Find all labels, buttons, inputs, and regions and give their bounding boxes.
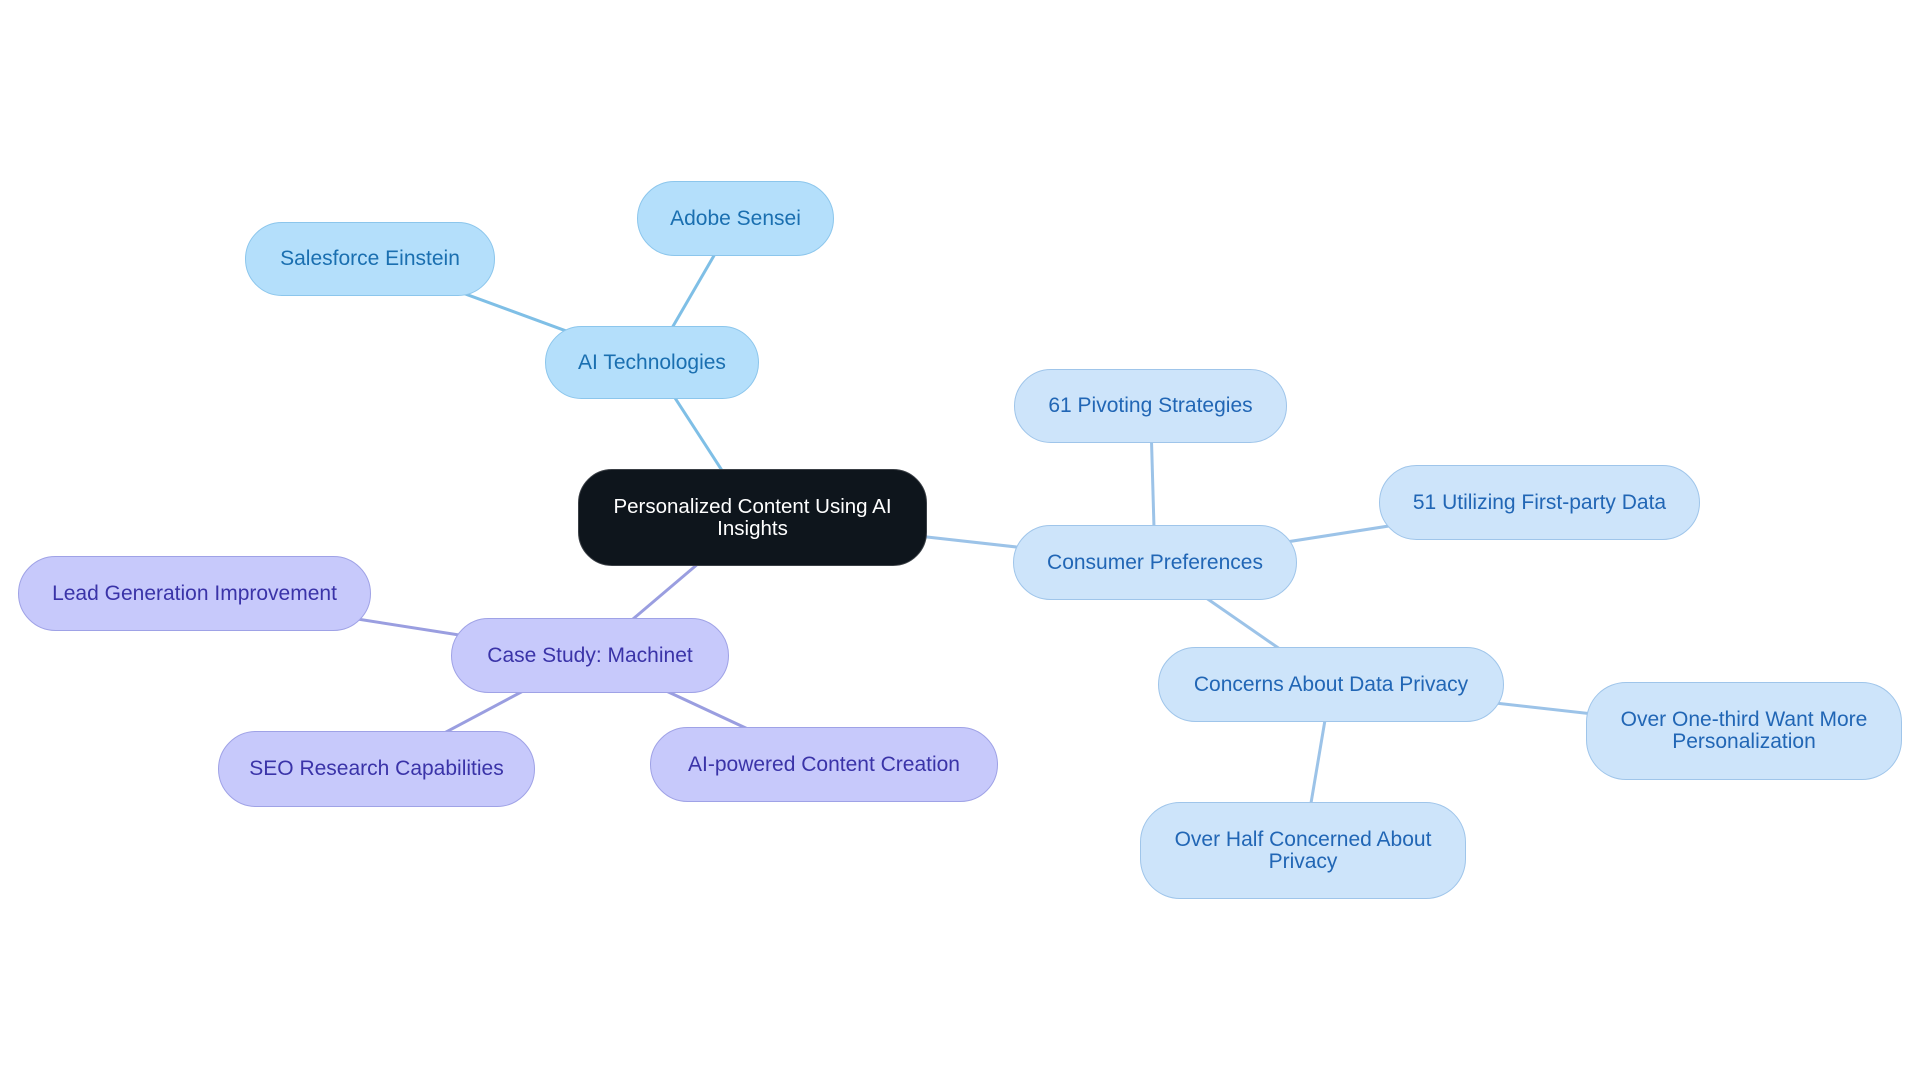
node-label: Consumer Preferences	[1047, 550, 1263, 574]
node-ai-content-creation[interactable]: AI-powered Content Creation	[650, 727, 998, 802]
node-seo-research[interactable]: SEO Research Capabilities	[218, 731, 535, 807]
node-label: AI Technologies	[578, 350, 726, 374]
root-node-label: Personalized Content Using AI Insights	[613, 494, 892, 540]
node-data-privacy-concerns[interactable]: Concerns About Data Privacy	[1158, 647, 1504, 722]
node-label: 61 Pivoting Strategies	[1048, 394, 1253, 417]
node-ai-technologies[interactable]: AI Technologies	[545, 326, 759, 399]
node-label: Case Study: Machinet	[487, 643, 693, 667]
node-lead-generation[interactable]: Lead Generation Improvement	[18, 556, 371, 631]
node-label: SEO Research Capabilities	[249, 757, 504, 780]
node-case-study-machinet[interactable]: Case Study: Machinet	[451, 618, 729, 693]
node-label: Concerns About Data Privacy	[1193, 672, 1469, 696]
node-concerned-about-privacy[interactable]: Over Half Concerned About Privacy	[1140, 802, 1466, 899]
node-salesforce-einstein[interactable]: Salesforce Einstein	[245, 222, 495, 296]
node-pivoting-strategies[interactable]: 61 Pivoting Strategies	[1014, 369, 1287, 443]
node-adobe-sensei[interactable]: Adobe Sensei	[637, 181, 834, 256]
node-label: Lead Generation Improvement	[52, 581, 337, 605]
node-label: Salesforce Einstein	[280, 247, 460, 270]
node-first-party-data[interactable]: 51 Utilizing First-party Data	[1379, 465, 1700, 540]
node-consumer-preferences[interactable]: Consumer Preferences	[1013, 525, 1297, 600]
root-node[interactable]: Personalized Content Using AI Insights	[578, 469, 927, 566]
node-label: AI-powered Content Creation	[688, 752, 960, 776]
node-label: Adobe Sensei	[670, 206, 801, 230]
edges-layer	[194, 217, 1745, 851]
node-label: 51 Utilizing First-party Data	[1412, 490, 1667, 514]
node-label: Over One-third Want More Personalization	[1620, 708, 1868, 753]
node-label: Over Half Concerned About Privacy	[1174, 827, 1432, 873]
node-want-more-personalization[interactable]: Over One-third Want More Personalization	[1586, 682, 1902, 780]
